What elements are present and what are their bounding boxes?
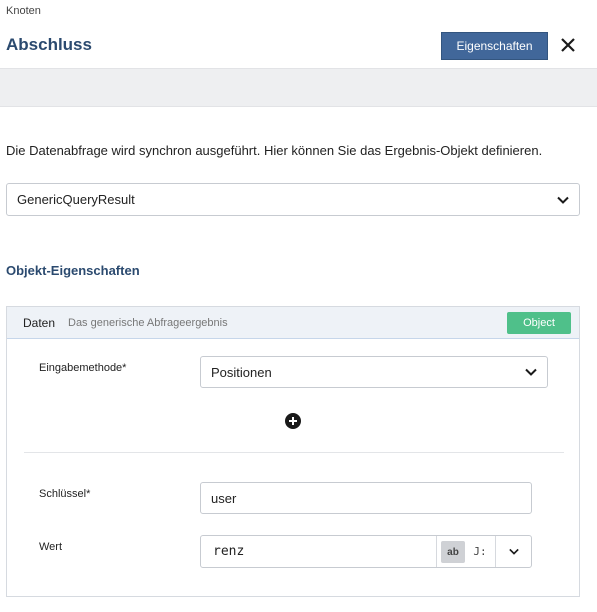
type-expression-toggle[interactable]: J: [465,536,495,567]
input-method-label: Eingabemethode* [39,362,127,374]
property-name: Daten [23,316,56,330]
type-badge: Object [507,312,571,334]
description-text: Die Datenabfrage wird synchron ausgeführ… [6,143,543,158]
result-object-select[interactable]: GenericQueryResult [6,183,580,216]
add-entry-button[interactable] [285,413,301,429]
chevron-down-icon [525,368,537,376]
properties-button[interactable]: Eigenschaften [441,32,548,60]
chevron-down-icon [557,196,569,204]
chevron-down-icon [508,548,519,555]
value-input[interactable]: renz [201,536,437,567]
section-heading: Objekt-Eigenschaften [6,263,140,278]
close-icon [561,38,575,52]
input-method-select[interactable]: Positionen [200,356,548,388]
breadcrumb: Knoten [6,5,41,17]
value-field: renz ab J: [200,535,532,568]
key-input[interactable]: user [200,482,532,514]
divider [24,452,564,453]
value-type-dropdown[interactable] [495,536,531,567]
close-button[interactable] [557,33,579,57]
plus-circle-icon [289,417,297,425]
page-title: Abschluss [6,35,92,54]
toolbar-strip [0,68,597,107]
panel-header[interactable]: Daten Das generische Abfrageergebnis Obj… [7,307,579,339]
value-label: Wert [39,541,63,553]
property-description: Das generische Abfrageergebnis [68,317,228,329]
input-method-value: Positionen [211,364,272,380]
object-property-panel: Daten Das generische Abfrageergebnis Obj… [6,306,580,597]
type-text-toggle[interactable]: ab [441,541,465,563]
result-object-value: GenericQueryResult [17,192,135,207]
key-label: Schlüssel* [39,488,91,500]
